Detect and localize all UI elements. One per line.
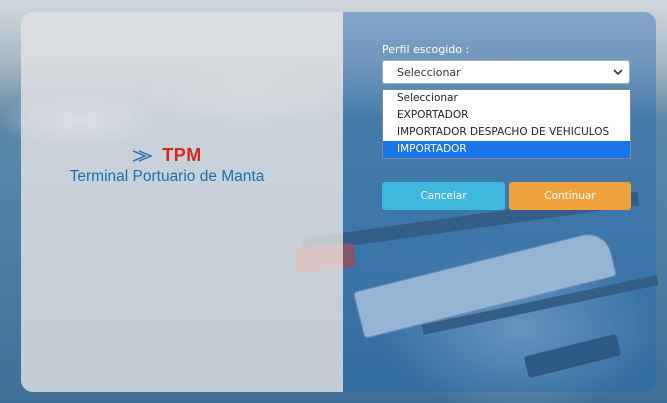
- chevron-down-icon: [613, 69, 623, 76]
- profile-select-value: Seleccionar: [397, 66, 461, 79]
- dropdown-option-importador[interactable]: IMPORTADOR: [383, 141, 630, 158]
- dropdown-option-exportador[interactable]: EXPORTADOR: [383, 107, 630, 124]
- dropdown-option-importador-despacho-vehiculos[interactable]: IMPORTADOR DESPACHO DE VEHICULOS: [383, 124, 630, 141]
- brand-short: TPM: [162, 145, 202, 165]
- card-left-panel: [21, 12, 343, 392]
- arrow-logo-icon: [132, 149, 154, 162]
- continue-button[interactable]: Continuar: [509, 182, 631, 210]
- cancel-button[interactable]: Cancelar: [382, 182, 505, 210]
- brand-logo: TPM Terminal Portuario de Manta: [42, 145, 292, 186]
- profile-dropdown-list: Seleccionar EXPORTADOR IMPORTADOR DESPAC…: [382, 89, 631, 159]
- dropdown-option-seleccionar[interactable]: Seleccionar: [383, 90, 630, 107]
- profile-select[interactable]: Seleccionar: [382, 60, 630, 84]
- brand-name: Terminal Portuario de Manta: [69, 168, 265, 185]
- profile-label: Perfil escogido :: [382, 43, 470, 56]
